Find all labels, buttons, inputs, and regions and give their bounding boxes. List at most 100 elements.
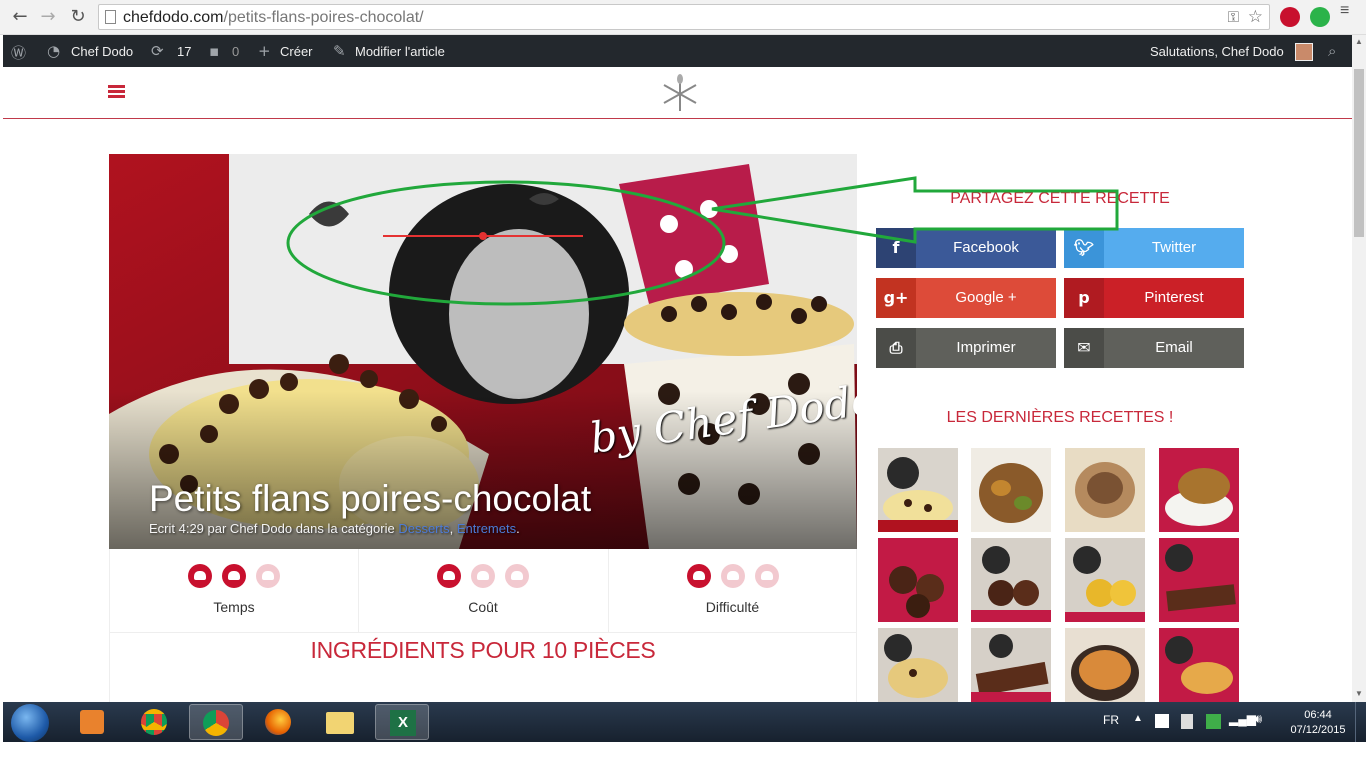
chef-hat-icon bbox=[754, 564, 779, 588]
forward-icon[interactable]: → bbox=[38, 7, 58, 27]
recipe-thumbnail[interactable] bbox=[878, 628, 958, 702]
browser-toolbar: ← → ↻ chefdodo.com/petits-flans-poires-c… bbox=[0, 0, 1366, 35]
recipe-thumbnail[interactable] bbox=[878, 448, 958, 532]
chef-hat-icon bbox=[222, 564, 246, 588]
tray-expand-icon[interactable]: ▲ bbox=[1133, 713, 1143, 724]
ingredients-section: INGRÉDIENTS POUR 10 PIÈCES bbox=[109, 633, 857, 703]
page-scrollbar[interactable]: ▲ ▼ bbox=[1352, 35, 1366, 702]
start-button-icon[interactable] bbox=[11, 704, 49, 742]
site-header bbox=[3, 67, 1352, 119]
recipe-ratings: Temps Coût Difficulté bbox=[109, 549, 857, 633]
scrollbar-thumb[interactable] bbox=[1354, 69, 1364, 237]
green-tray-icon[interactable] bbox=[1206, 714, 1221, 729]
recipe-thumbnail[interactable] bbox=[971, 628, 1051, 702]
fork-knife-logo-icon[interactable] bbox=[658, 71, 702, 115]
share-facebook-button[interactable]: f Facebook bbox=[876, 228, 1056, 268]
dashboard-icon[interactable]: ◔ bbox=[47, 42, 60, 60]
share-heading: PARTAGEZ CETTE RECETTE bbox=[950, 190, 1170, 207]
clock-date: 07/12/2015 bbox=[1290, 724, 1346, 736]
windows-taskbar: X FR ▲ ▂▄▆ 🔊︎ 06:44 07/12/2015 bbox=[3, 702, 1366, 742]
post-meta: Ecrit 4:29 par Chef Dodo dans la catégor… bbox=[149, 521, 520, 536]
updates-icon[interactable]: ⟳ bbox=[151, 42, 164, 60]
printer-icon: ⎙ bbox=[876, 328, 916, 368]
email-button[interactable]: ✉ Email bbox=[1064, 328, 1244, 368]
address-bar[interactable]: chefdodo.com/petits-flans-poires-chocola… bbox=[98, 4, 1270, 30]
facebook-icon: f bbox=[876, 228, 916, 268]
recipe-thumbnail[interactable] bbox=[1065, 628, 1145, 702]
post-meta-text: Ecrit 4:29 par Chef Dodo dans la catégor… bbox=[149, 521, 395, 536]
category-link-entremets[interactable]: Entremets bbox=[457, 521, 516, 536]
greeting-link[interactable]: Salutations, Chef Dodo bbox=[1150, 44, 1284, 59]
taskbar-excel-icon[interactable]: X bbox=[375, 704, 429, 740]
recipe-thumbnail[interactable] bbox=[971, 538, 1051, 622]
category-link-desserts[interactable]: Desserts bbox=[398, 521, 449, 536]
taskbar-chrome-active-icon[interactable] bbox=[189, 704, 243, 740]
site-name-link[interactable]: Chef Dodo bbox=[71, 44, 133, 59]
taskbar-firefox-icon[interactable] bbox=[251, 704, 305, 740]
share-label: Google + bbox=[955, 289, 1017, 306]
recipe-thumbnail[interactable] bbox=[1159, 628, 1239, 702]
updates-count[interactable]: 17 bbox=[177, 44, 191, 59]
network-signal-icon[interactable]: ▂▄▆ bbox=[1229, 712, 1256, 726]
rating-cout: Coût bbox=[358, 549, 607, 633]
recipe-thumbnail[interactable] bbox=[1159, 448, 1239, 532]
create-link[interactable]: Créer bbox=[280, 44, 313, 59]
back-icon[interactable]: ← bbox=[10, 7, 30, 27]
hero-image: by Chef Dodo Petits flans poires-chocola… bbox=[109, 154, 857, 549]
ingredients-heading: INGRÉDIENTS POUR 10 PIÈCES bbox=[310, 637, 656, 663]
clock-time: 06:44 bbox=[1304, 709, 1332, 721]
comments-count[interactable]: 0 bbox=[232, 44, 239, 59]
language-indicator[interactable]: FR bbox=[1103, 713, 1119, 727]
rating-label: Difficulté bbox=[705, 599, 760, 615]
reload-icon[interactable]: ↻ bbox=[68, 7, 88, 27]
share-twitter-button[interactable]: 🐦︎ Twitter bbox=[1064, 228, 1244, 268]
taskbar-chrome-icon[interactable] bbox=[127, 704, 181, 740]
bookmark-star-icon[interactable]: ☆ bbox=[1248, 7, 1263, 27]
share-label: Twitter bbox=[1151, 239, 1197, 256]
chef-hat-icon bbox=[720, 564, 745, 588]
volume-icon[interactable]: 🔊︎ bbox=[1254, 712, 1262, 727]
clock[interactable]: 06:44 07/12/2015 bbox=[1283, 708, 1353, 738]
wp-admin-bar: Ⓦ ◔ Chef Dodo ⟳ 17 ▪ 0 + Créer ✎ Modifie… bbox=[3, 35, 1352, 67]
share-label: Imprimer bbox=[956, 339, 1016, 356]
avatar[interactable] bbox=[1295, 43, 1313, 61]
chef-hat-icon bbox=[471, 564, 495, 588]
windows-flag-icon[interactable] bbox=[1155, 714, 1169, 728]
recipe-thumbnail[interactable] bbox=[878, 538, 958, 622]
print-button[interactable]: ⎙ Imprimer bbox=[876, 328, 1056, 368]
search-icon[interactable]: ⌕ bbox=[1328, 42, 1336, 60]
menu-icon[interactable]: ≡ bbox=[1340, 3, 1354, 19]
extension-green-icon[interactable] bbox=[1310, 7, 1330, 27]
envelope-icon: ✉ bbox=[1064, 328, 1104, 368]
scroll-up-icon[interactable]: ▲ bbox=[1355, 37, 1363, 46]
rating-hats bbox=[609, 564, 856, 593]
key-icon[interactable]: ⚿ bbox=[1228, 8, 1239, 26]
scroll-down-icon[interactable]: ▼ bbox=[1355, 689, 1363, 698]
recipe-thumbnail[interactable] bbox=[1065, 538, 1145, 622]
recipe-thumbnail[interactable] bbox=[1159, 538, 1239, 622]
plus-icon[interactable]: + bbox=[258, 42, 271, 60]
url-text: chefdodo.com/petits-flans-poires-chocola… bbox=[123, 9, 424, 26]
hamburger-menu-icon[interactable] bbox=[108, 85, 125, 99]
recipe-thumbnail[interactable] bbox=[971, 448, 1051, 532]
page-icon bbox=[105, 10, 116, 24]
clipboard-icon[interactable] bbox=[1181, 714, 1193, 729]
chef-hat-icon bbox=[505, 564, 529, 588]
share-label: Email bbox=[1155, 339, 1193, 356]
taskbar-media-player-icon[interactable] bbox=[65, 704, 119, 740]
taskbar-explorer-icon[interactable] bbox=[313, 704, 367, 740]
edit-post-link[interactable]: Modifier l'article bbox=[355, 44, 445, 59]
recipe-thumbnail[interactable] bbox=[1065, 448, 1145, 532]
chef-hat-icon bbox=[686, 564, 711, 588]
share-googleplus-button[interactable]: g+ Google + bbox=[876, 278, 1056, 318]
rating-label: Coût bbox=[468, 599, 498, 615]
pencil-icon[interactable]: ✎ bbox=[333, 42, 346, 60]
show-desktop-button[interactable] bbox=[1355, 702, 1366, 742]
share-label: Facebook bbox=[953, 239, 1019, 256]
comments-icon[interactable]: ▪ bbox=[209, 42, 219, 60]
rating-hats bbox=[359, 564, 607, 593]
wordpress-icon[interactable]: Ⓦ bbox=[11, 42, 26, 63]
share-pinterest-button[interactable]: p Pinterest bbox=[1064, 278, 1244, 318]
rating-label: Temps bbox=[213, 599, 255, 615]
extension-adblock-icon[interactable] bbox=[1280, 7, 1300, 27]
